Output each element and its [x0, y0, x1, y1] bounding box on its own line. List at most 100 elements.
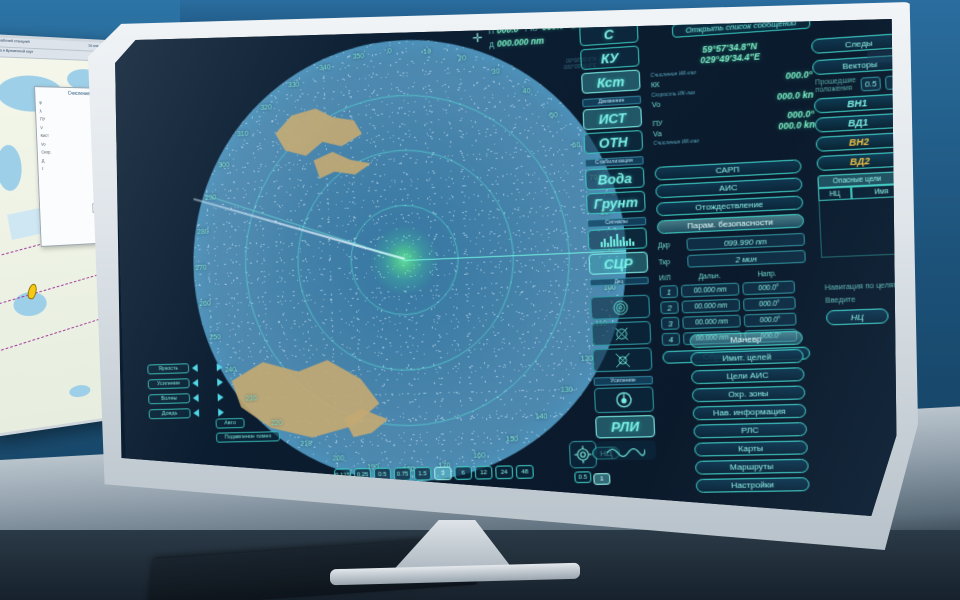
- menu-button-0[interactable]: Маневр: [689, 330, 804, 349]
- brilliance-increase-icon[interactable]: [217, 378, 224, 387]
- index-line-number[interactable]: 4: [661, 332, 681, 346]
- mode-button-вода[interactable]: Вода: [585, 166, 645, 191]
- auto-button[interactable]: Авто: [215, 417, 245, 429]
- index-line-row[interactable]: 1 00.000 nm 000.0°: [659, 280, 808, 299]
- range-scale-6[interactable]: 6: [454, 466, 473, 480]
- mode-button-отн[interactable]: ОТН: [583, 129, 644, 155]
- index-line-row[interactable]: 3 00.000 nm 000.0°: [660, 312, 809, 331]
- range-scale-24[interactable]: 24: [495, 465, 514, 480]
- crossed-circle-target-icon[interactable]: [591, 320, 652, 347]
- vrm-ebl-list[interactable]: ВН1037.0°ВД1003.707 nmВН2341.4°ВД2022.89…: [813, 84, 897, 172]
- il-header: И/Л: [659, 274, 671, 283]
- brilliance-decrease-icon[interactable]: [193, 408, 200, 418]
- mode-button-кст[interactable]: Кст: [581, 69, 641, 94]
- index-line-direction[interactable]: 000.0°: [743, 312, 797, 328]
- brilliance-decrease-icon[interactable]: [192, 378, 199, 388]
- brilliance-increase-icon[interactable]: [218, 408, 225, 417]
- range-scale-0.75[interactable]: 0.75: [393, 467, 412, 481]
- compass-label-130: 130: [560, 386, 573, 394]
- index-line-distance[interactable]: 00.000 nm: [681, 298, 741, 314]
- range-scale-12[interactable]: 12: [474, 465, 493, 480]
- vrm-ebl-button-ВД1[interactable]: ВД1: [814, 112, 897, 133]
- index-line-direction[interactable]: 000.0°: [742, 296, 796, 312]
- past-positions-options[interactable]: 0.5124: [860, 71, 897, 92]
- brilliance-increase-icon[interactable]: [216, 363, 223, 372]
- brilliance-label-1[interactable]: Усиление: [147, 378, 190, 390]
- menu-button-7[interactable]: Маршруты: [694, 458, 809, 475]
- nav-by-targets-panel[interactable]: Навигация по целям Введите НЦ или Имя: [825, 275, 896, 326]
- concentric-target-icon[interactable]: [590, 294, 651, 320]
- tkr-value[interactable]: 2 мин: [687, 249, 806, 268]
- index-line-distance[interactable]: 00.000 nm: [682, 314, 741, 330]
- brilliance-label-2[interactable]: Волны: [148, 393, 191, 405]
- nav-nc-button[interactable]: НЦ: [825, 308, 889, 326]
- menu-button-2[interactable]: Цели АИС: [690, 367, 805, 385]
- brilliance-label-3[interactable]: Дождь: [148, 408, 191, 420]
- target-table[interactable]: Опасные целиВсе целиТекущая цель НЦИмяПД…: [817, 163, 897, 258]
- range-scale-48[interactable]: 48: [515, 464, 534, 479]
- radar-ui-root[interactable]: 220 230 240 250 260 270 280 290 300 310 320 330 340 3…: [115, 19, 897, 516]
- vrm-ebl-button-ВН2[interactable]: ВН2: [815, 132, 897, 152]
- cursor-range-label: Д: [489, 41, 495, 50]
- compass-label-260: 260: [199, 300, 211, 308]
- range-scale-3[interactable]: 3: [434, 466, 452, 481]
- range-scale-1.5[interactable]: 1.5: [413, 466, 432, 481]
- radar-monitor: 220 230 240 250 260 270 280 290 300 310 320 330 340 3…: [88, 2, 918, 562]
- pu-label: ПУ: [652, 120, 663, 129]
- offcenter-0_5-button[interactable]: 0.5: [574, 471, 592, 484]
- brilliance-decrease-icon[interactable]: [192, 393, 199, 403]
- stabilization-buttons[interactable]: Вода Грунт: [585, 166, 646, 215]
- menu-button-5[interactable]: РЛС: [693, 422, 808, 439]
- main-menu-stack[interactable]: Маневр Имит. целей Цели АИС Охр. зоны Нав. и…: [689, 330, 810, 493]
- signal-histogram-icon[interactable]: [587, 227, 648, 251]
- compass-label-330: 330: [287, 81, 300, 90]
- crossed-circle-lost-target-icon[interactable]: [592, 347, 653, 373]
- menu-button-1[interactable]: Имит. целей: [690, 348, 804, 367]
- menu-button-8[interactable]: Настройки: [695, 477, 810, 493]
- mode-button-грунт[interactable]: Грунт: [585, 190, 646, 215]
- safety-params-button[interactable]: Парам. безопасности: [656, 213, 805, 235]
- compass-label-270: 270: [195, 264, 207, 273]
- offcenter-1-button[interactable]: 1: [593, 473, 611, 485]
- noise-suppression-button[interactable]: Подавление помех: [215, 431, 281, 443]
- stabilization-group-title: Стабилизация: [584, 156, 644, 168]
- brilliance-increase-icon[interactable]: [217, 393, 224, 402]
- radar-screen[interactable]: 220 230 240 250 260 270 280 290 300 310 320 330 340 3…: [115, 19, 897, 516]
- brilliance-control-panel[interactable]: Яркость Усиление Волны Дождь: [147, 362, 227, 420]
- vo-label: Vo: [651, 101, 661, 110]
- motion-buttons[interactable]: ИСТ ОТН: [582, 105, 644, 155]
- ecdis-popup-key: Vo: [40, 141, 46, 147]
- gain-knob-icon[interactable]: [593, 386, 655, 414]
- brilliance-label-0[interactable]: Яркость: [147, 363, 190, 375]
- scr-button[interactable]: СЦР: [588, 251, 649, 275]
- brilliance-decrease-icon[interactable]: [191, 363, 198, 373]
- brilliance-row-1[interactable]: Усиление: [147, 377, 226, 390]
- past-position-option-0.5[interactable]: 0.5: [860, 75, 881, 92]
- index-line-distance[interactable]: 00.000 nm: [680, 282, 740, 298]
- brilliance-row-0[interactable]: Яркость: [147, 362, 225, 375]
- compass-label-0: 0: [387, 48, 392, 56]
- vrm-ebl-button-ВН1[interactable]: ВН1: [813, 93, 897, 114]
- compass-label-20: 20: [458, 55, 467, 64]
- vrm-ebl-button-ВД2[interactable]: ВД2: [816, 151, 897, 172]
- orientation-buttons[interactable]: С КУ Кст: [579, 21, 641, 94]
- sarp-button[interactable]: САРП: [654, 159, 802, 181]
- radar-scope[interactable]: 220 230 240 250 260 270 280 290 300 310 320 330 340 3…: [186, 25, 636, 486]
- brilliance-row-2[interactable]: Волны: [148, 392, 226, 405]
- menu-button-4[interactable]: Нав. информация: [692, 403, 807, 421]
- menu-button-6[interactable]: Карты: [694, 440, 809, 457]
- brilliance-row-3[interactable]: Дождь: [148, 407, 227, 420]
- identify-button[interactable]: Отождествление: [655, 195, 804, 217]
- dkr-value[interactable]: 099.990 nm: [686, 232, 806, 251]
- compass-label-150: 150: [505, 435, 519, 444]
- index-line-number[interactable]: 2: [660, 300, 679, 315]
- index-line-number[interactable]: 3: [660, 316, 680, 331]
- index-line-number[interactable]: 1: [659, 285, 679, 299]
- mode-button-ку[interactable]: КУ: [580, 45, 640, 71]
- mode-button-ист[interactable]: ИСТ: [582, 105, 643, 131]
- index-line-direction[interactable]: 000.0°: [742, 280, 796, 296]
- ais-button[interactable]: АИС: [655, 177, 803, 199]
- menu-button-3[interactable]: Охр. зоны: [691, 385, 806, 403]
- rli-button[interactable]: РЛИ: [595, 414, 656, 439]
- index-line-row[interactable]: 2 00.000 nm 000.0°: [660, 296, 808, 315]
